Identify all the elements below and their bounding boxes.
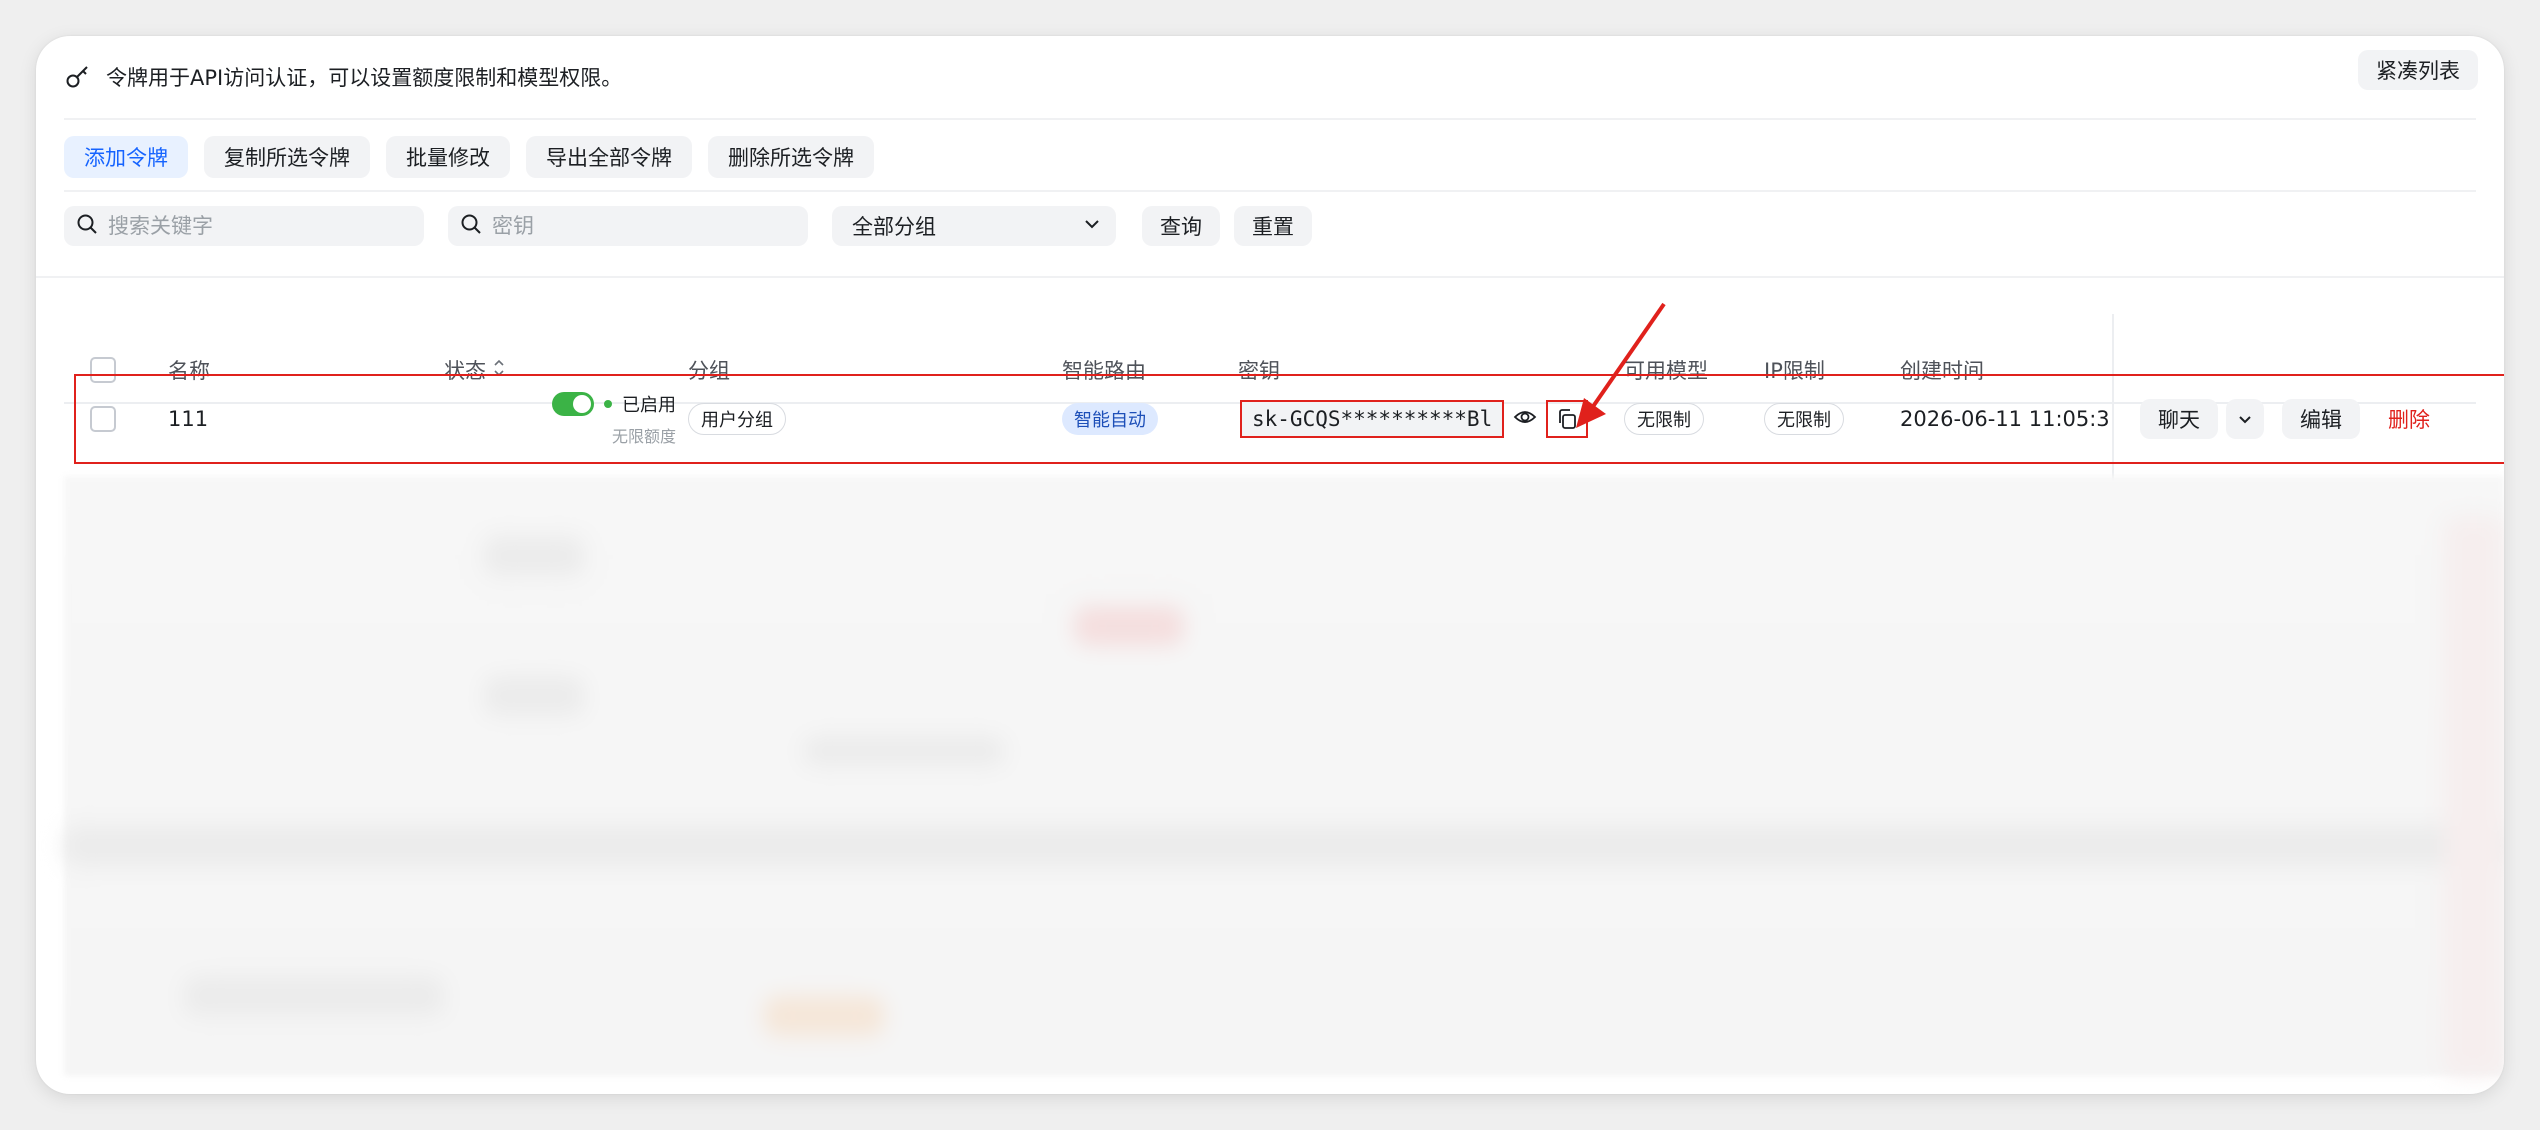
tokens-card: 令牌用于API访问认证，可以设置额度限制和模型权限。 紧凑列表 添加令牌 复制所… <box>36 36 2504 1094</box>
compact-list-button[interactable]: 紧凑列表 <box>2358 50 2478 90</box>
key-input[interactable] <box>492 214 796 238</box>
keyword-input[interactable] <box>108 214 412 238</box>
blurred-rows <box>64 476 2504 1076</box>
divider <box>64 118 2476 120</box>
key-icon <box>64 63 92 91</box>
query-button[interactable]: 查询 <box>1142 206 1220 246</box>
info-bar: 令牌用于API访问认证，可以设置额度限制和模型权限。 <box>64 52 622 102</box>
arrow-annotation <box>1576 302 1666 428</box>
highlight-box <box>74 374 2504 464</box>
key-search[interactable] <box>448 206 808 246</box>
search-icon <box>76 213 98 239</box>
group-select[interactable]: 全部分组 <box>832 206 1116 246</box>
divider <box>64 190 2476 192</box>
filter-bar: 全部分组 查询 重置 <box>64 206 1312 246</box>
chevron-down-icon <box>1082 214 1102 239</box>
group-select-value: 全部分组 <box>852 215 936 239</box>
reset-button[interactable]: 重置 <box>1234 206 1312 246</box>
batch-edit-button[interactable]: 批量修改 <box>386 136 510 178</box>
keyword-search[interactable] <box>64 206 424 246</box>
search-icon <box>460 213 482 239</box>
copy-selected-button[interactable]: 复制所选令牌 <box>204 136 370 178</box>
action-bar: 添加令牌 复制所选令牌 批量修改 导出全部令牌 删除所选令牌 <box>64 136 874 178</box>
export-all-button[interactable]: 导出全部令牌 <box>526 136 692 178</box>
info-text: 令牌用于API访问认证，可以设置额度限制和模型权限。 <box>106 66 623 90</box>
delete-selected-button[interactable]: 删除所选令牌 <box>708 136 874 178</box>
divider <box>36 276 2504 278</box>
add-token-button[interactable]: 添加令牌 <box>64 136 188 178</box>
